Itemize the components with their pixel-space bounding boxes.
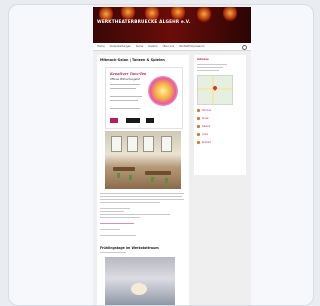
sidebar-item[interactable]: Termine	[197, 109, 211, 112]
bullet-icon	[197, 133, 200, 136]
sponsor-logo	[126, 118, 140, 123]
body-text-line	[100, 208, 130, 210]
body-text-line	[100, 235, 136, 237]
post-title[interactable]: Mitmach-Salon | Tanzen & Spielen	[100, 58, 186, 62]
photo-window	[143, 136, 154, 152]
body-text-line	[100, 193, 184, 195]
location-map[interactable]	[197, 75, 233, 105]
nav-item-home[interactable]: Home	[97, 45, 105, 48]
flyer-decoration-circle	[148, 76, 178, 106]
sidebar-item-label: Links	[202, 133, 208, 136]
body-link-line[interactable]	[100, 223, 134, 225]
flyer-text-line	[110, 96, 142, 97]
nav-item-events[interactable]: Veranstaltungen	[110, 45, 131, 48]
photo-window	[161, 136, 172, 152]
sidebar-item-label: Termine	[202, 109, 212, 112]
search-icon[interactable]	[242, 45, 247, 50]
flyer-text-line	[110, 100, 138, 101]
flyer-heading: Kreativer Tanz-Tee	[110, 72, 147, 76]
photo-chair	[151, 177, 154, 182]
nav-item-gallery[interactable]: Galerie	[148, 45, 157, 48]
photo-window	[111, 136, 122, 152]
nav-item-courses[interactable]: Kurse	[136, 45, 143, 48]
sidebar: Adresse Termine Kurse Galerie Links Kont…	[194, 55, 246, 175]
photo-chair	[117, 173, 120, 178]
body-text-line	[100, 217, 140, 219]
sidebar-text-line	[197, 70, 219, 72]
web-page: WERKTHEATERBRUECKE ALGEHR e.V. Home Vera…	[93, 5, 251, 305]
sponsor-logo	[146, 118, 154, 123]
sidebar-item[interactable]: Kurse	[197, 117, 208, 120]
photo-window	[127, 136, 138, 152]
main-content: Mitmach-Salon | Tanzen & Spielen Kreativ…	[97, 55, 189, 305]
sidebar-item-label: Galerie	[202, 125, 211, 128]
bullet-icon	[197, 125, 200, 128]
sidebar-text-line	[197, 67, 223, 69]
photo-table	[145, 171, 171, 175]
photo-chair	[165, 178, 168, 183]
site-banner: WERKTHEATERBRUECKE ALGEHR e.V.	[93, 7, 251, 43]
main-navigation: Home Veranstaltungen Kurse Galerie Über …	[93, 43, 251, 51]
photo-chair	[129, 175, 132, 180]
bullet-icon	[197, 141, 200, 144]
sidebar-item-label: Kurse	[202, 117, 209, 120]
body-text-line	[100, 196, 182, 198]
sidebar-text-line	[197, 64, 227, 66]
nav-item-about[interactable]: Über uns	[163, 45, 175, 48]
sidebar-item-label: Kontakt	[202, 141, 211, 144]
body-text-line	[100, 202, 160, 204]
photo-table	[113, 167, 135, 171]
body-text-line	[100, 229, 120, 231]
body-text-line	[100, 252, 126, 254]
nav-item-contact[interactable]: Kontakt/Impressum	[179, 45, 204, 48]
event-flyer-image[interactable]: Kreativer Tanz-Tee Offenes Mitmachangebo…	[105, 67, 183, 129]
flyer-subtitle: Offenes Mitmachangebot	[110, 78, 141, 81]
body-text-line	[100, 214, 170, 216]
bullet-icon	[197, 109, 200, 112]
workshop-photo[interactable]	[105, 257, 175, 305]
site-title[interactable]: WERKTHEATERBRUECKE ALGEHR e.V.	[97, 19, 247, 24]
sidebar-title: Adresse	[197, 58, 209, 61]
body-text-line	[100, 199, 184, 201]
flyer-text-line	[110, 84, 140, 85]
sponsor-logo	[110, 118, 118, 123]
browser-preview-card: WERKTHEATERBRUECKE ALGEHR e.V. Home Vera…	[8, 4, 314, 306]
sidebar-item[interactable]: Kontakt	[197, 141, 211, 144]
flyer-text-line	[110, 108, 140, 109]
bullet-icon	[197, 117, 200, 120]
sidebar-item[interactable]: Galerie	[197, 125, 210, 128]
body-text-line	[100, 211, 124, 213]
photo-object	[131, 283, 147, 295]
flyer-text-line	[110, 88, 136, 89]
classroom-photo[interactable]	[105, 131, 181, 189]
sidebar-item[interactable]: Links	[197, 133, 208, 136]
section-title[interactable]: Frühlingstage im Werkstattraum	[100, 246, 186, 250]
